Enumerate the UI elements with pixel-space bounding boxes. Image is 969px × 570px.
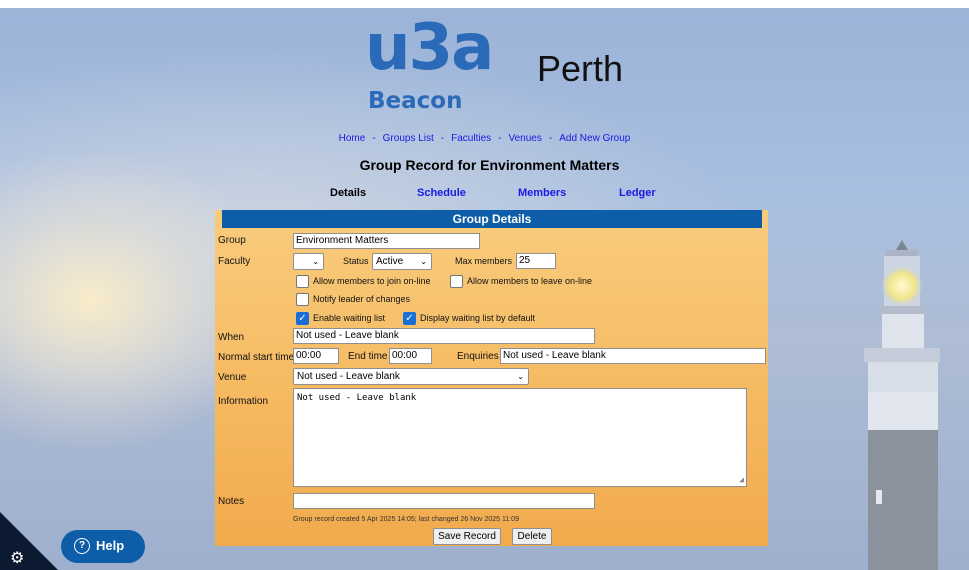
tab-details[interactable]: Details	[330, 187, 366, 199]
end-time-input[interactable]: 00:00	[389, 348, 432, 364]
delete-button[interactable]: Delete	[512, 528, 552, 545]
help-question-icon: ?	[74, 538, 90, 554]
top-strip	[0, 0, 969, 8]
nav-groups-list-link[interactable]: Groups List	[383, 133, 434, 144]
venue-label: Venue	[218, 372, 247, 383]
tab-schedule[interactable]: Schedule	[417, 187, 466, 199]
notify-leader-label: Notify leader of changes	[313, 294, 411, 304]
join-online-checkbox[interactable]	[296, 275, 309, 288]
tab-ledger[interactable]: Ledger	[619, 187, 656, 199]
nav-faculties-link[interactable]: Faculties	[451, 133, 491, 144]
faculty-label: Faculty	[218, 256, 251, 267]
information-text: Not used - Leave blank	[297, 393, 417, 403]
main-nav: Home - Groups List - Faculties - Venues - Add Ne…	[0, 133, 969, 144]
group-name-input[interactable]: Environment Matters	[293, 233, 480, 249]
notify-leader-checkbox[interactable]	[296, 293, 309, 306]
information-textarea[interactable]: Not used - Leave blank ◢	[293, 388, 747, 487]
enquiries-label: Enquiries	[457, 351, 499, 362]
display-waiting-label: Display waiting list by default	[420, 313, 536, 323]
status-label: Status	[343, 256, 369, 266]
tab-members[interactable]: Members	[518, 187, 566, 199]
leave-online-label: Allow members to leave on-line	[467, 276, 593, 286]
group-label: Group	[218, 235, 246, 246]
max-members-label: Max members	[455, 256, 513, 266]
venue-select[interactable]: Not used - Leave blank ⌄	[293, 368, 529, 385]
settings-gear-icon[interactable]: ⚙	[10, 548, 24, 568]
leave-online-checkbox[interactable]	[450, 275, 463, 288]
nav-home-link[interactable]: Home	[339, 133, 366, 144]
record-meta: Group record created 5 Apr 2025 14:05; l…	[293, 516, 519, 523]
join-online-label: Allow members to join on-line	[313, 276, 431, 286]
site-name: Perth	[537, 48, 624, 89]
start-time-input[interactable]: 00:00	[293, 348, 339, 364]
waiting-list-checkbox[interactable]: ✓	[296, 312, 309, 325]
notes-input[interactable]	[293, 493, 595, 509]
checkmark-icon: ✓	[405, 313, 414, 324]
help-button-label: Help	[96, 538, 125, 553]
page-background: u3a Beacon Perth Home - Groups List - Facult…	[0, 0, 969, 570]
nav-venues-link[interactable]: Venues	[509, 133, 542, 144]
chevron-down-icon: ⌄	[420, 257, 427, 266]
checkmark-icon: ✓	[298, 313, 307, 324]
status-select-value: Active	[376, 256, 404, 267]
save-record-button[interactable]: Save Record	[433, 528, 501, 545]
waiting-list-label: Enable waiting list	[313, 313, 386, 323]
information-label: Information	[218, 396, 269, 407]
u3a-logo[interactable]: u3a	[365, 16, 494, 80]
resize-handle-icon[interactable]: ◢	[739, 475, 744, 484]
notes-label: Notes	[218, 496, 245, 507]
venue-select-value: Not used - Leave blank	[297, 371, 400, 382]
nav-separator: -	[498, 133, 502, 144]
end-time-label: End time	[348, 351, 388, 362]
help-button[interactable]: ? Help	[61, 530, 145, 563]
panel-title: Group Details	[222, 210, 762, 228]
faculty-select[interactable]: ⌄	[293, 253, 324, 270]
nav-separator: -	[372, 133, 376, 144]
beacon-wordmark: Beacon	[368, 88, 463, 114]
enquiries-input[interactable]: Not used - Leave blank	[500, 348, 766, 364]
chevron-down-icon: ⌄	[312, 257, 319, 266]
when-label: When	[218, 332, 245, 343]
settings-corner	[0, 512, 58, 570]
status-select[interactable]: Active ⌄	[372, 253, 432, 270]
nav-add-new-group-link[interactable]: Add New Group	[559, 133, 630, 144]
when-input[interactable]: Not used - Leave blank	[293, 328, 595, 344]
lighthouse-image	[864, 240, 940, 570]
page-title: Group Record for Environment Matters	[359, 157, 620, 173]
chevron-down-icon: ⌄	[517, 372, 524, 381]
nav-separator: -	[548, 133, 553, 144]
max-members-input[interactable]: 25	[516, 253, 556, 269]
nav-separator: -	[440, 133, 445, 144]
start-time-label: Normal start time	[218, 352, 295, 363]
display-waiting-checkbox[interactable]: ✓	[403, 312, 416, 325]
